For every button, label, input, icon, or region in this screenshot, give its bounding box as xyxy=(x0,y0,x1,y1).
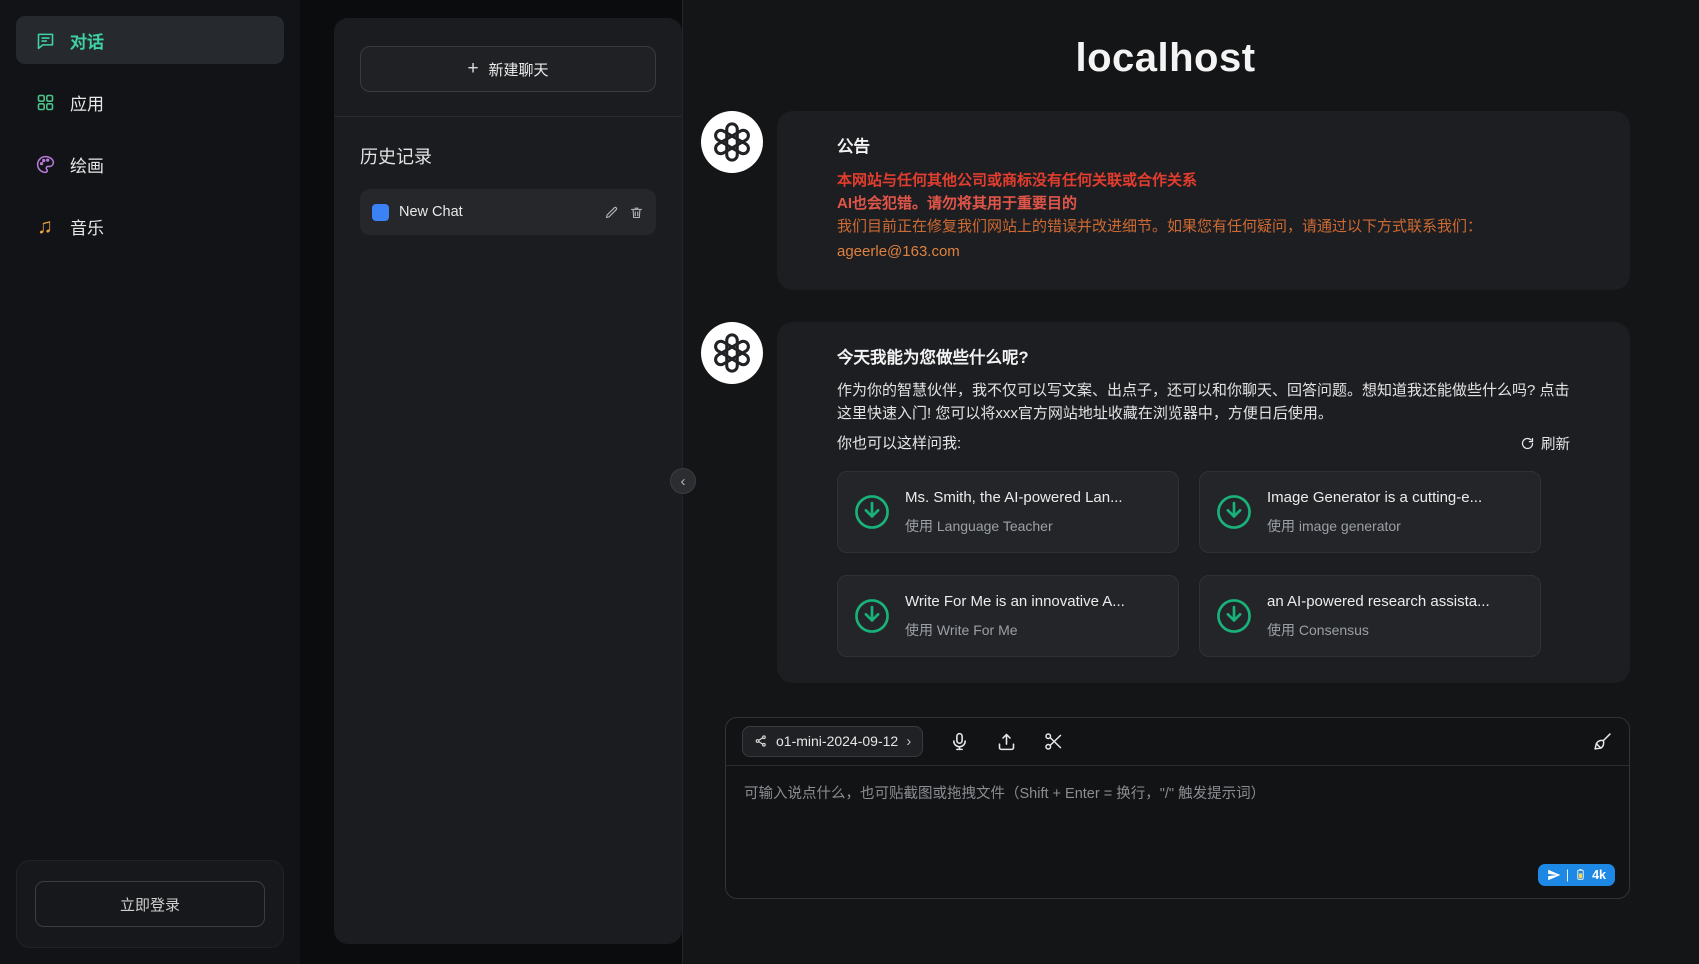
chat-item-title: New Chat xyxy=(399,204,594,220)
sidebar-item-label: 应用 xyxy=(70,90,104,115)
ask-hint: 你也可以这样问我: xyxy=(837,432,961,455)
plus-icon: + xyxy=(467,58,478,80)
suggestion-text: Image Generator is a cutting-e... 使用 ima… xyxy=(1267,486,1482,538)
assistant-avatar xyxy=(701,111,763,173)
welcome-bubble: 今天我能为您做些什么呢? 作为你的智慧伙伴，我不仅可以写文案、出点子，还可以和你… xyxy=(777,322,1630,683)
upload-button[interactable] xyxy=(996,731,1017,752)
message-announcement: 公告 本网站与任何其他公司或商标没有任何关联或合作关系 AI也会犯错。请勿将其用… xyxy=(701,111,1630,290)
broom-icon xyxy=(1592,731,1613,752)
sidebar-item-apps[interactable]: 应用 xyxy=(16,78,284,126)
message-input[interactable] xyxy=(726,766,1629,898)
page-title: localhost xyxy=(701,36,1630,81)
sidebar-item-label: 音乐 xyxy=(70,214,104,239)
suggestion-text: Write For Me is an innovative A... 使用 Wr… xyxy=(905,590,1125,642)
download-circle-icon xyxy=(852,492,892,532)
upload-icon xyxy=(996,731,1017,752)
suggestion-card[interactable]: Write For Me is an innovative A... 使用 Wr… xyxy=(837,575,1179,657)
suggestion-title: Image Generator is a cutting-e... xyxy=(1267,486,1482,509)
welcome-title: 今天我能为您做些什么呢? xyxy=(837,346,1570,372)
login-card: 立即登录 xyxy=(16,860,284,948)
palette-icon xyxy=(34,153,56,175)
chat-bubble-icon xyxy=(34,29,56,51)
sidebar-item-drawing[interactable]: 绘画 xyxy=(16,140,284,188)
grid-icon xyxy=(34,91,56,113)
announcement-line3: 我们目前正在修复我们网站上的错误并改进细节。如果您有任何疑问，请通过以下方式联系… xyxy=(837,215,1570,238)
chat-item-icon xyxy=(372,204,389,221)
chat-list-panel: + 新建聊天 历史记录 New Chat xyxy=(334,18,682,944)
new-chat-label: 新建聊天 xyxy=(489,59,549,80)
model-selector[interactable]: o1-mini-2024-09-12 › xyxy=(742,726,923,757)
sidebar-item-label: 对话 xyxy=(70,28,104,53)
token-badge[interactable]: | 4k xyxy=(1538,864,1615,886)
announcement-bubble: 公告 本网站与任何其他公司或商标没有任何关联或合作关系 AI也会犯错。请勿将其用… xyxy=(777,111,1630,290)
suggestion-subtitle: 使用 image generator xyxy=(1267,516,1482,538)
model-icon xyxy=(754,734,768,748)
new-chat-button[interactable]: + 新建聊天 xyxy=(360,46,656,92)
announcement-line1: 本网站与任何其他公司或商标没有任何关联或合作关系 xyxy=(837,169,1570,192)
suggestion-text: an AI-powered research assista... 使用 Con… xyxy=(1267,590,1490,642)
scissors-icon xyxy=(1043,731,1064,752)
panel-divider xyxy=(334,116,682,117)
chevron-right-icon: › xyxy=(906,733,911,750)
chat-main: ‹ localhost 公告 本网站与任何其他公司或商标没有任何关联或合作关系 … xyxy=(682,0,1699,964)
download-circle-icon xyxy=(1214,492,1254,532)
suggestion-card[interactable]: Ms. Smith, the AI-powered Lan... 使用 Lang… xyxy=(837,471,1179,553)
screenshot-button[interactable] xyxy=(1043,731,1064,752)
suggestion-card[interactable]: Image Generator is a cutting-e... 使用 ima… xyxy=(1199,471,1541,553)
delete-icon[interactable] xyxy=(629,205,644,220)
suggestion-card[interactable]: an AI-powered research assista... 使用 Con… xyxy=(1199,575,1541,657)
sidebar-item-chat[interactable]: 对话 xyxy=(16,16,284,64)
sidebar-item-music[interactable]: ♫ 音乐 xyxy=(16,202,284,250)
sidebar-item-label: 绘画 xyxy=(70,152,104,177)
suggestion-title: Ms. Smith, the AI-powered Lan... xyxy=(905,486,1123,509)
chat-list-panel-wrap: + 新建聊天 历史记录 New Chat xyxy=(300,0,682,964)
refresh-button[interactable]: 刷新 xyxy=(1520,433,1570,454)
composer-toolbar: o1-mini-2024-09-12 › xyxy=(726,718,1629,766)
welcome-body: 作为你的智慧伙伴，我不仅可以写文案、出点子，还可以和你聊天、回答问题。想知道我还… xyxy=(837,379,1570,426)
suggestion-subtitle: 使用 Write For Me xyxy=(905,620,1125,642)
announcement-line2: AI也会犯错。请勿将其用于重要目的 xyxy=(837,192,1570,215)
ask-row: 你也可以这样问我: 刷新 xyxy=(837,432,1570,455)
suggestion-text: Ms. Smith, the AI-powered Lan... 使用 Lang… xyxy=(905,486,1123,538)
music-note-icon: ♫ xyxy=(34,215,56,237)
composer: o1-mini-2024-09-12 › xyxy=(725,717,1630,899)
sidebar: 对话 应用 绘画 ♫ 音乐 xyxy=(0,0,300,964)
clear-context-button[interactable] xyxy=(1592,731,1613,752)
microphone-button[interactable] xyxy=(949,731,970,752)
token-count: 4k xyxy=(1592,868,1606,882)
suggestion-grid: Ms. Smith, the AI-powered Lan... 使用 Lang… xyxy=(837,471,1570,657)
download-circle-icon xyxy=(852,596,892,636)
collapse-icon: ‹ xyxy=(681,473,686,490)
badge-divider: | xyxy=(1566,868,1569,882)
openai-logo-icon xyxy=(711,332,753,374)
message-welcome: 今天我能为您做些什么呢? 作为你的智慧伙伴，我不仅可以写文案、出点子，还可以和你… xyxy=(701,322,1630,683)
collapse-sidebar-button[interactable]: ‹ xyxy=(670,468,696,494)
login-button[interactable]: 立即登录 xyxy=(35,881,265,927)
microphone-icon xyxy=(949,731,970,752)
suggestion-subtitle: 使用 Language Teacher xyxy=(905,516,1123,538)
chat-list-item[interactable]: New Chat xyxy=(360,189,656,235)
refresh-icon xyxy=(1520,436,1535,451)
app-root: 对话 应用 绘画 ♫ 音乐 xyxy=(0,0,1699,964)
suggestion-title: an AI-powered research assista... xyxy=(1267,590,1490,613)
openai-logo-icon xyxy=(711,121,753,163)
assistant-avatar xyxy=(701,322,763,384)
contact-email-link[interactable]: ageerle@163.com xyxy=(837,240,960,263)
announcement-title: 公告 xyxy=(837,135,1570,161)
suggestion-subtitle: 使用 Consensus xyxy=(1267,620,1490,642)
model-label: o1-mini-2024-09-12 xyxy=(776,733,898,749)
suggestion-title: Write For Me is an innovative A... xyxy=(905,590,1125,613)
download-circle-icon xyxy=(1214,596,1254,636)
refresh-label: 刷新 xyxy=(1541,433,1570,454)
edit-icon[interactable] xyxy=(604,205,619,220)
send-icon xyxy=(1547,868,1561,882)
history-title: 历史记录 xyxy=(360,143,656,169)
battery-icon xyxy=(1574,868,1587,881)
chat-item-actions xyxy=(604,205,644,220)
